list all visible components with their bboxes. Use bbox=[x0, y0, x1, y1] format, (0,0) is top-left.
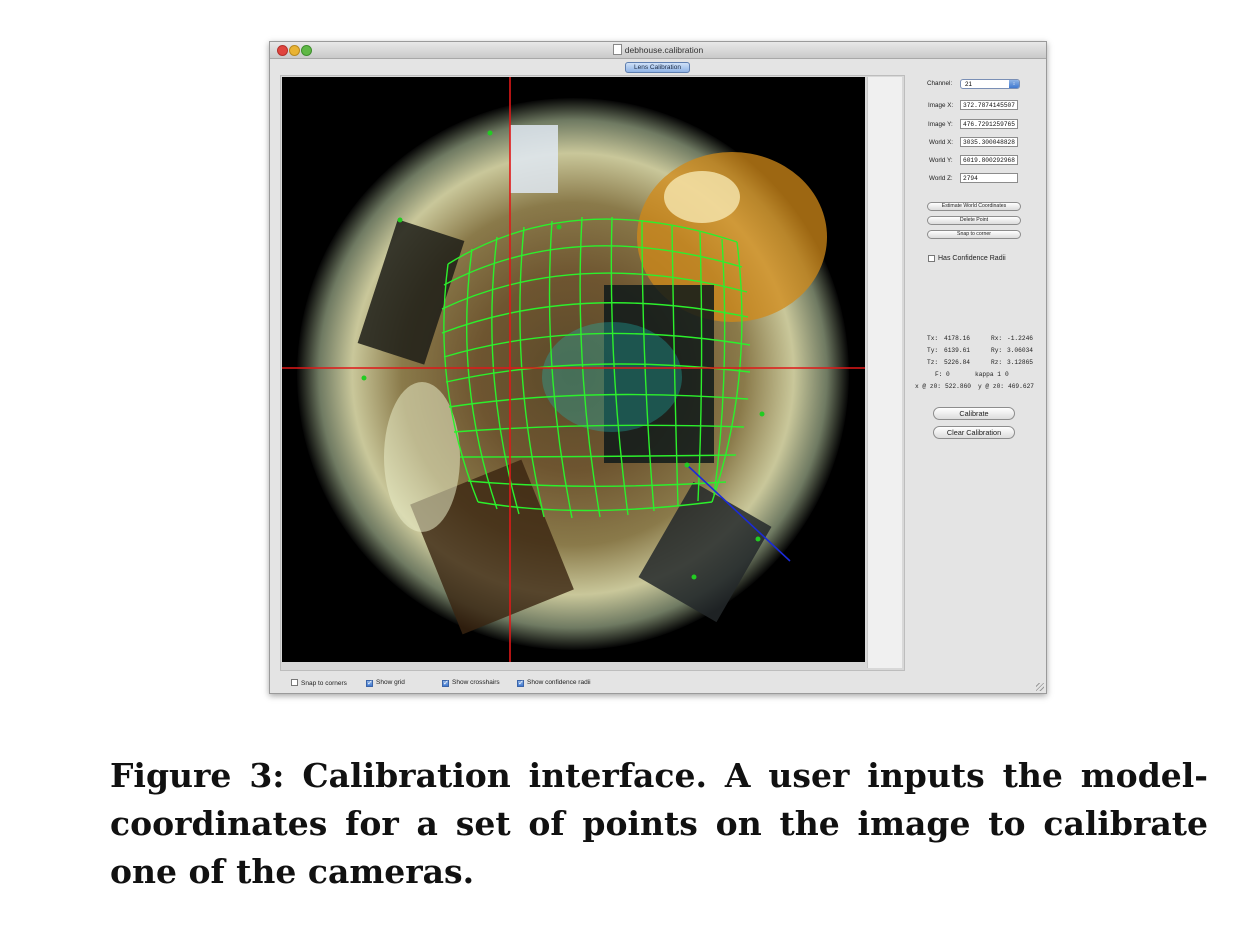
tz-label: Tz: bbox=[927, 359, 939, 366]
tx-value: 4178.16 bbox=[944, 335, 970, 342]
show-grid-label: Show grid bbox=[376, 679, 405, 686]
calibration-point[interactable] bbox=[397, 217, 403, 223]
clear-calibration-button[interactable]: Clear Calibration bbox=[933, 426, 1015, 439]
snap-to-corner-button[interactable]: Snap to corner bbox=[927, 230, 1021, 239]
wall-left bbox=[384, 382, 460, 532]
calibration-point[interactable] bbox=[556, 224, 562, 230]
delete-point-button[interactable]: Delete Point bbox=[927, 216, 1021, 225]
window-top bbox=[510, 125, 558, 193]
calibration-window: debhouse.calibration Lens Calibration Ch… bbox=[269, 41, 1047, 694]
ty-label: Ty: bbox=[927, 347, 939, 354]
x-at-z0-label: x @ z0: bbox=[915, 383, 941, 390]
x-at-z0-value: 522.860 bbox=[945, 383, 971, 390]
world-x-field[interactable]: 3035.300048828 bbox=[960, 137, 1018, 147]
window-title-text: debhouse.calibration bbox=[624, 45, 704, 55]
show-confidence-radii-label: Show confidence radii bbox=[527, 679, 591, 686]
point-editor-panel: Channel: 21 ↕ Image X: 372.7874145507 Ima… bbox=[915, 77, 1041, 517]
chevron-updown-icon: ↕ bbox=[1009, 80, 1019, 88]
world-x-label: World X: bbox=[929, 139, 954, 146]
rx-value: -1.2246 bbox=[1007, 335, 1033, 342]
tab-lens-calibration[interactable]: Lens Calibration bbox=[625, 62, 690, 73]
vertical-scrollbar[interactable] bbox=[867, 77, 902, 668]
teal-reflection bbox=[542, 322, 682, 432]
confidence-radii-label: Has Confidence Radii bbox=[938, 255, 1006, 262]
ry-label: Ry: bbox=[991, 347, 1003, 354]
window-title: debhouse.calibration bbox=[270, 44, 1046, 55]
channel-select[interactable]: 21 ↕ bbox=[960, 79, 1020, 89]
world-y-field[interactable]: 6019.800292968 bbox=[960, 155, 1018, 165]
ty-value: 6139.61 bbox=[944, 347, 970, 354]
show-crosshairs-checkbox[interactable]: ✓ bbox=[442, 680, 449, 687]
calibration-point[interactable] bbox=[691, 574, 697, 580]
snap-to-corners-label: Snap to corners bbox=[301, 680, 347, 687]
calibrate-button[interactable]: Calibrate bbox=[933, 407, 1015, 420]
image-x-field[interactable]: 372.7874145507 bbox=[960, 100, 1018, 110]
show-crosshairs-option[interactable]: ✓ Show crosshairs bbox=[442, 679, 500, 687]
tx-label: Tx: bbox=[927, 335, 939, 342]
calibration-point[interactable] bbox=[361, 375, 367, 381]
confidence-radii-checkbox[interactable] bbox=[928, 255, 935, 262]
snap-to-corners-checkbox[interactable] bbox=[291, 679, 298, 686]
estimate-world-coordinates-button[interactable]: Estimate World Coordinates bbox=[927, 202, 1021, 211]
channel-select-value: 21 bbox=[965, 81, 973, 88]
calibration-point[interactable] bbox=[487, 130, 493, 136]
calibration-point[interactable] bbox=[755, 536, 761, 542]
show-confidence-radii-checkbox[interactable]: ✓ bbox=[517, 680, 524, 687]
title-bar[interactable]: debhouse.calibration bbox=[270, 42, 1046, 59]
fisheye-image-view[interactable] bbox=[282, 77, 865, 662]
bottom-options-bar: Snap to corners ✓ Show grid ✓ Show crossha… bbox=[270, 676, 1046, 690]
y-at-z0-label: y @ z0: bbox=[978, 383, 1004, 390]
show-crosshairs-label: Show crosshairs bbox=[452, 679, 500, 686]
f-value: 0 bbox=[946, 371, 950, 378]
kappa-label: kappa 1 bbox=[975, 371, 1001, 378]
rz-label: Rz: bbox=[991, 359, 1003, 366]
window-right bbox=[664, 171, 740, 223]
world-y-label: World Y: bbox=[929, 157, 953, 164]
world-z-label: World Z: bbox=[929, 175, 953, 182]
channel-label: Channel: bbox=[927, 80, 953, 87]
image-y-label: Image Y: bbox=[928, 121, 953, 128]
image-y-field[interactable]: 476.7291259765 bbox=[960, 119, 1018, 129]
snap-to-corners-option[interactable]: Snap to corners bbox=[291, 679, 347, 687]
show-confidence-radii-option[interactable]: ✓ Show confidence radii bbox=[517, 679, 591, 687]
f-label: F: bbox=[935, 371, 943, 378]
rz-value: 3.12865 bbox=[1007, 359, 1033, 366]
calibration-point[interactable] bbox=[684, 462, 690, 468]
show-grid-option[interactable]: ✓ Show grid bbox=[366, 679, 405, 687]
fisheye-image[interactable] bbox=[282, 77, 865, 662]
calibration-point[interactable] bbox=[759, 411, 765, 417]
figure-caption: Figure 3: Calibration interface. A user … bbox=[110, 756, 1208, 891]
ry-value: 3.06034 bbox=[1007, 347, 1033, 354]
document-icon bbox=[612, 44, 622, 55]
world-z-field[interactable]: 2794 bbox=[960, 173, 1018, 183]
tz-value: 5226.84 bbox=[944, 359, 970, 366]
rx-label: Rx: bbox=[991, 335, 1003, 342]
y-at-z0-value: 469.627 bbox=[1008, 383, 1034, 390]
kappa-value: 0 bbox=[1005, 371, 1009, 378]
show-grid-checkbox[interactable]: ✓ bbox=[366, 680, 373, 687]
resize-grip-icon[interactable] bbox=[1036, 683, 1044, 691]
image-x-label: Image X: bbox=[928, 102, 954, 109]
tab-bar: Lens Calibration bbox=[270, 59, 1046, 73]
